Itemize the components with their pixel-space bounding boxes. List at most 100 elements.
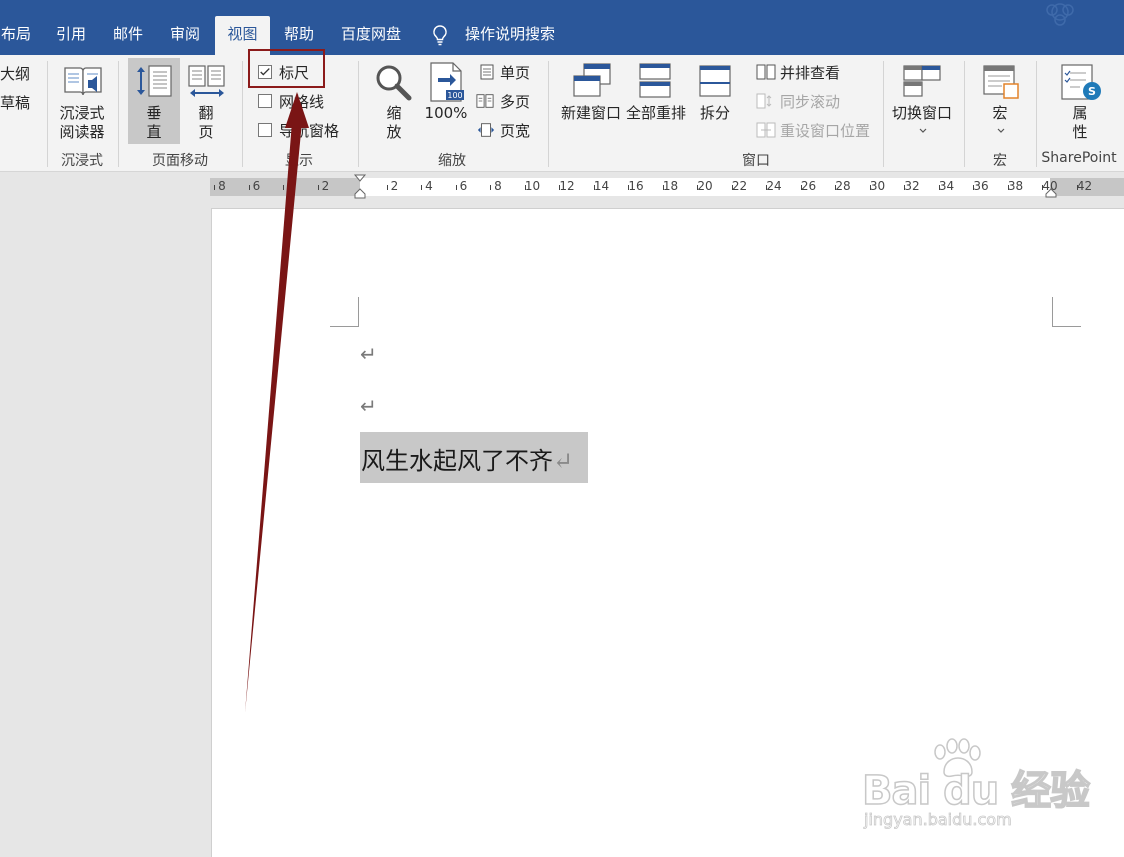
group-label-sharepoint: SharePoint bbox=[1041, 150, 1117, 166]
split-icon[interactable] bbox=[698, 64, 732, 100]
side-to-side-label-2[interactable]: 页 bbox=[198, 123, 213, 142]
immersive-reader-icon[interactable] bbox=[62, 62, 104, 100]
ruler-tick bbox=[593, 185, 595, 190]
ruler-tick bbox=[628, 185, 629, 190]
right-indent-marker-icon[interactable] bbox=[1045, 188, 1057, 198]
watermark-url: jingyan.baidu.com bbox=[864, 810, 1012, 830]
multiple-pages-label[interactable]: 多页 bbox=[500, 91, 530, 112]
group-label-window: 窗口 bbox=[742, 153, 770, 169]
tell-me-search[interactable]: 操作说明搜索 bbox=[465, 16, 555, 53]
group-separator bbox=[1036, 61, 1037, 167]
tab-layout[interactable]: 布局 bbox=[0, 16, 32, 55]
side-to-side-icon[interactable] bbox=[187, 64, 227, 100]
ruler-number: 4 bbox=[425, 179, 433, 193]
ruler-number: 4 bbox=[287, 179, 295, 193]
immersive-reader-label-1[interactable]: 沉浸式 bbox=[59, 104, 104, 123]
page-width-icon[interactable] bbox=[477, 122, 495, 138]
group-separator bbox=[964, 61, 965, 167]
navigation-pane-checkbox[interactable] bbox=[258, 123, 272, 137]
immersive-reader-label-2[interactable]: 阅读器 bbox=[59, 123, 104, 142]
one-page-label[interactable]: 单页 bbox=[500, 62, 530, 83]
ruler-number: 6 bbox=[459, 179, 468, 193]
gridlines-label[interactable]: 网格线 bbox=[279, 91, 324, 112]
zoom-100-label[interactable]: 100% bbox=[425, 104, 468, 123]
crop-mark-tr-h bbox=[1052, 326, 1081, 327]
gridlines-checkbox[interactable] bbox=[258, 94, 272, 108]
ruler-tick bbox=[421, 185, 422, 190]
chevron-down-icon[interactable] bbox=[997, 128, 1005, 134]
crop-mark-tr-v bbox=[1052, 297, 1053, 327]
switch-windows-icon[interactable] bbox=[902, 64, 942, 100]
selected-text: 风生水起风了不齐 bbox=[361, 447, 553, 475]
group-label-show: 显示 bbox=[285, 153, 313, 169]
ruler-tick bbox=[973, 185, 974, 190]
view-side-by-side-icon[interactable] bbox=[756, 64, 776, 80]
ruler-number: 16 bbox=[628, 179, 644, 193]
ruler-number: 38 bbox=[1007, 179, 1024, 193]
zoom-label-2[interactable]: 放 bbox=[386, 123, 401, 142]
ribbon-tab-bar: 布局 引用 邮件 审阅 视图 帮助 百度网盘 操作说明搜索 bbox=[0, 0, 1124, 55]
vertical-scroll-icon[interactable] bbox=[135, 64, 175, 100]
vertical-label-1[interactable]: 垂 bbox=[146, 104, 161, 123]
ruler-number: 36 bbox=[973, 179, 989, 193]
draft-button[interactable]: 草稿 bbox=[0, 92, 30, 113]
chevron-down-icon[interactable] bbox=[919, 128, 927, 134]
new-window-label[interactable]: 新建窗口 bbox=[561, 104, 621, 123]
ruler-tick bbox=[248, 185, 250, 190]
zoom-magnifier-icon[interactable] bbox=[374, 63, 414, 101]
sync-scroll-label: 同步滚动 bbox=[780, 93, 841, 111]
ruler-tick bbox=[559, 185, 560, 190]
navigation-pane-label[interactable]: 导航窗格 bbox=[279, 120, 339, 141]
group-separator bbox=[358, 61, 359, 167]
zoom-100-icon[interactable]: 100 bbox=[428, 61, 466, 103]
new-window-icon[interactable] bbox=[572, 62, 612, 100]
macros-label[interactable]: 宏 bbox=[992, 104, 1007, 123]
lightbulb-icon[interactable] bbox=[430, 24, 450, 46]
ruler-tick bbox=[214, 185, 215, 190]
macros-icon[interactable] bbox=[982, 64, 1020, 102]
ruler-number: 18 bbox=[662, 179, 679, 193]
zoom-100-badge: 100 bbox=[447, 91, 462, 100]
ruler-number: 14 bbox=[593, 179, 610, 193]
tab-review[interactable]: 审阅 bbox=[166, 16, 204, 55]
zoom-label-1[interactable]: 缩 bbox=[386, 104, 401, 123]
tab-mailings[interactable]: 邮件 bbox=[109, 16, 147, 55]
crop-mark-tl-h bbox=[330, 326, 359, 327]
side-to-side-label-1[interactable]: 翻 bbox=[198, 104, 213, 123]
document-body-text[interactable]: 风生水起风了不齐↵ bbox=[361, 441, 573, 476]
ruler-number: 8 bbox=[494, 179, 502, 193]
paragraph-mark: ↵ bbox=[360, 342, 377, 366]
ruler-left-margin bbox=[210, 178, 360, 196]
outline-button[interactable]: 大纲 bbox=[0, 63, 30, 84]
ruler-tick bbox=[1042, 185, 1043, 190]
reset-window-position-label: 重设窗口位置 bbox=[780, 122, 871, 140]
ruler-tick bbox=[869, 185, 871, 190]
ruler-tick bbox=[1076, 185, 1078, 190]
ruler-tick bbox=[938, 185, 940, 190]
sync-scroll-icon bbox=[756, 93, 772, 109]
arrange-all-icon[interactable] bbox=[638, 62, 674, 100]
group-separator bbox=[118, 61, 119, 167]
properties-label-1[interactable]: 属 bbox=[1072, 104, 1087, 123]
ruler-tick bbox=[662, 185, 664, 190]
sharepoint-properties-icon[interactable]: S bbox=[1060, 63, 1102, 103]
page-width-label[interactable]: 页宽 bbox=[500, 120, 530, 141]
ruler-tick bbox=[386, 185, 388, 190]
ruler-tick bbox=[524, 185, 526, 190]
ruler-number: 42 bbox=[1076, 179, 1093, 193]
view-side-by-side-label[interactable]: 并排查看 bbox=[780, 62, 840, 83]
one-page-icon[interactable] bbox=[478, 64, 496, 80]
arrange-all-label[interactable]: 全部重排 bbox=[626, 104, 686, 123]
horizontal-ruler[interactable]: 8 6 4 2 2 4 6 8 10 12 14 16 18 20 22 24 26 28 30 32 34 36 38 40… bbox=[210, 174, 1124, 199]
ruler-tick bbox=[490, 185, 491, 190]
tab-references[interactable]: 引用 bbox=[52, 16, 90, 55]
multiple-pages-icon[interactable] bbox=[476, 93, 494, 109]
group-separator bbox=[242, 61, 243, 167]
ruler-tick bbox=[800, 185, 802, 190]
switch-windows-label[interactable]: 切换窗口 bbox=[892, 104, 952, 123]
indent-markers-icon[interactable] bbox=[353, 174, 367, 200]
tab-baidu-netdisk[interactable]: 百度网盘 bbox=[336, 16, 406, 55]
properties-label-2[interactable]: 性 bbox=[1072, 123, 1087, 142]
vertical-label-2[interactable]: 直 bbox=[146, 123, 161, 142]
split-label[interactable]: 拆分 bbox=[700, 104, 730, 123]
